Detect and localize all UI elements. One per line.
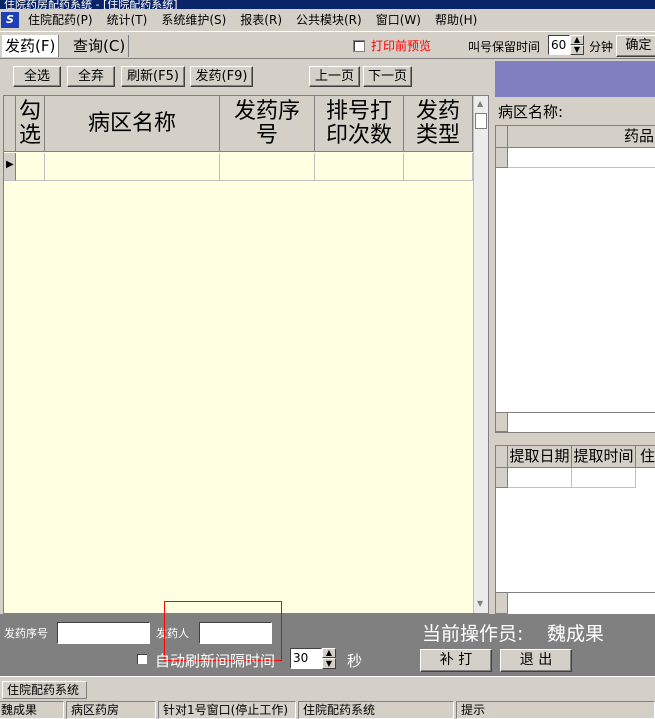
scroll-thumb[interactable] xyxy=(475,113,487,129)
dispense-button[interactable]: 发药(F9) xyxy=(190,66,253,87)
drug-grid: 药品 xyxy=(495,125,655,433)
print-preview-checkbox[interactable] xyxy=(353,40,365,52)
confirm-button[interactable]: 确定 xyxy=(616,35,655,57)
auto-refresh-label: 自动刷新间隔时间 xyxy=(155,652,276,670)
col-header-dispense-seq-label: 发药序号 xyxy=(233,98,300,148)
pick-grid-row-indicator[interactable] xyxy=(496,468,508,488)
pick-grid-corner xyxy=(496,446,508,468)
minutes-label: 分钟 xyxy=(589,40,614,54)
table-row-cell-dispense-type[interactable] xyxy=(404,153,473,181)
window-title: 住院药房配药系统 - [住院配药系统] xyxy=(4,0,178,9)
pick-grid-footer-indicator xyxy=(496,592,508,614)
table-row-cell-ward-name[interactable] xyxy=(45,153,220,181)
menu-reports[interactable]: 报表(R) xyxy=(233,9,289,31)
col-header-pick-extra[interactable]: 住 xyxy=(636,446,655,468)
table-row-cell-print-count[interactable] xyxy=(315,153,404,181)
pick-grid-row-date[interactable] xyxy=(508,468,572,488)
auto-refresh-checkbox[interactable] xyxy=(136,653,148,665)
pick-grid-row-time[interactable] xyxy=(572,468,636,488)
status-pane-user: 魏成果 xyxy=(0,701,64,719)
window-title-bar: 住院药房配药系统 - [住院配药系统] xyxy=(0,0,655,9)
col-header-pick-time-label: 提取时间 xyxy=(573,447,634,465)
spin-down-icon[interactable]: ▼ xyxy=(570,45,584,55)
ward-grid: 勾选 病区名称 发药序号 排号打印次数 发药类型 ▶ ▲ ▼ xyxy=(3,95,489,614)
detail-panel-header xyxy=(495,61,655,97)
seconds-label: 秒 xyxy=(347,652,363,670)
menu-bar: S 住院配药(P) 统计(T) 系统维护(S) 报表(R) 公共模块(R) 窗口… xyxy=(0,9,655,32)
menu-statistics[interactable]: 统计(T) xyxy=(100,9,155,31)
row-indicator-header xyxy=(4,96,16,152)
menu-window[interactable]: 窗口(W) xyxy=(369,9,428,31)
drug-grid-footer-row xyxy=(508,412,655,432)
operator-label: 当前操作员: xyxy=(422,623,524,645)
status-pane-system: 住院配药系统 xyxy=(298,701,454,719)
tab-toolbar: 发药(F) 查询(C) 打印前预览 叫号保留时间 60 ▲ ▼ 分钟 确定 xyxy=(0,32,655,59)
col-header-drug[interactable]: 药品 xyxy=(508,126,655,148)
interval-down-icon[interactable]: ▼ xyxy=(322,658,336,669)
tab-dispense[interactable]: 发药(F) xyxy=(2,35,60,57)
discard-all-button[interactable]: 全弃 xyxy=(67,66,115,87)
operator-name: 魏成果 xyxy=(547,623,605,645)
table-row-cell-select[interactable] xyxy=(16,153,45,181)
exit-button[interactable]: 退 出 xyxy=(500,649,572,672)
bottom-control-bar: 发药序号 发药人 自动刷新间隔时间 30 ▲ ▼ 秒 当前操作员: 魏成果 补 … xyxy=(0,601,655,676)
col-header-pick-date[interactable]: 提取日期 xyxy=(508,446,572,468)
col-header-dispense-seq[interactable]: 发药序号 xyxy=(220,96,315,152)
col-header-pick-extra-label: 住 xyxy=(640,447,655,465)
drug-grid-row[interactable] xyxy=(508,148,655,168)
reprint-button[interactable]: 补 打 xyxy=(420,649,492,672)
retain-time-input[interactable]: 60 xyxy=(548,35,570,55)
drug-grid-footer-indicator xyxy=(496,412,508,432)
current-row-arrow-icon: ▶ xyxy=(6,159,14,170)
menu-system-maintenance[interactable]: 系统维护(S) xyxy=(154,9,233,31)
status-bar: 住院配药系统 魏成果 病区药房 针对1号窗口(停止工作) 住院配药系统 提示 xyxy=(0,676,655,719)
menu-help[interactable]: 帮助(H) xyxy=(428,9,484,31)
status-pane-dept: 病区药房 xyxy=(66,701,156,719)
drug-grid-corner xyxy=(496,126,508,148)
select-all-button[interactable]: 全选 xyxy=(13,66,61,87)
col-header-print-count-label: 排号打印次数 xyxy=(325,98,392,148)
col-header-select[interactable]: 勾选 xyxy=(16,96,45,152)
col-header-print-count[interactable]: 排号打印次数 xyxy=(315,96,404,152)
menu-common-modules[interactable]: 公共模块(R) xyxy=(289,9,369,31)
row-indicator[interactable]: ▶ xyxy=(4,153,16,181)
col-header-ward-name[interactable]: 病区名称 xyxy=(45,96,220,152)
col-header-pick-date-label: 提取日期 xyxy=(509,447,570,465)
print-preview-label: 打印前预览 xyxy=(371,39,432,53)
menu-dispensing[interactable]: 住院配药(P) xyxy=(21,9,100,31)
refresh-interval-input[interactable]: 30 xyxy=(290,648,322,669)
next-page-button[interactable]: 下一页 xyxy=(363,66,412,87)
col-header-dispense-type-label: 发药类型 xyxy=(415,98,460,148)
status-pane-window: 针对1号窗口(停止工作) xyxy=(158,701,296,719)
detail-panel: 病区名称: 药品 提取日期 提取时间 住 xyxy=(492,59,655,615)
col-header-pick-time[interactable]: 提取时间 xyxy=(572,446,636,468)
interval-up-icon[interactable]: ▲ xyxy=(322,648,336,658)
scroll-down-icon[interactable]: ▼ xyxy=(477,599,483,608)
tab-query[interactable]: 查询(C) xyxy=(70,35,130,57)
table-row-cell-dispense-seq[interactable] xyxy=(220,153,315,181)
prev-page-button[interactable]: 上一页 xyxy=(309,66,360,87)
ward-name-label: 病区名称: xyxy=(498,103,564,121)
app-logo-icon: S xyxy=(1,12,19,28)
drug-grid-row-indicator[interactable] xyxy=(496,148,508,168)
spin-up-icon[interactable]: ▲ xyxy=(570,35,584,45)
window-tab-active[interactable]: 住院配药系统 xyxy=(2,681,87,699)
col-header-drug-label: 药品 xyxy=(623,127,654,145)
window-tab-label: 住院配药系统 xyxy=(7,683,80,697)
scroll-up-icon[interactable]: ▲ xyxy=(477,99,483,108)
col-header-select-label: 勾选 xyxy=(19,98,42,148)
refresh-button[interactable]: 刷新(F5) xyxy=(121,66,185,87)
dispense-seq-label: 发药序号 xyxy=(4,627,48,640)
col-header-dispense-type[interactable]: 发药类型 xyxy=(404,96,473,152)
status-pane-hint: 提示 xyxy=(456,701,655,719)
col-header-ward-name-label: 病区名称 xyxy=(87,110,176,136)
dispense-seq-input[interactable] xyxy=(57,622,150,644)
retain-time-label: 叫号保留时间 xyxy=(468,40,541,54)
pick-grid-footer-row xyxy=(508,592,655,614)
pick-grid: 提取日期 提取时间 住 xyxy=(495,445,655,615)
grid-vertical-scrollbar[interactable]: ▲ ▼ xyxy=(473,96,488,613)
